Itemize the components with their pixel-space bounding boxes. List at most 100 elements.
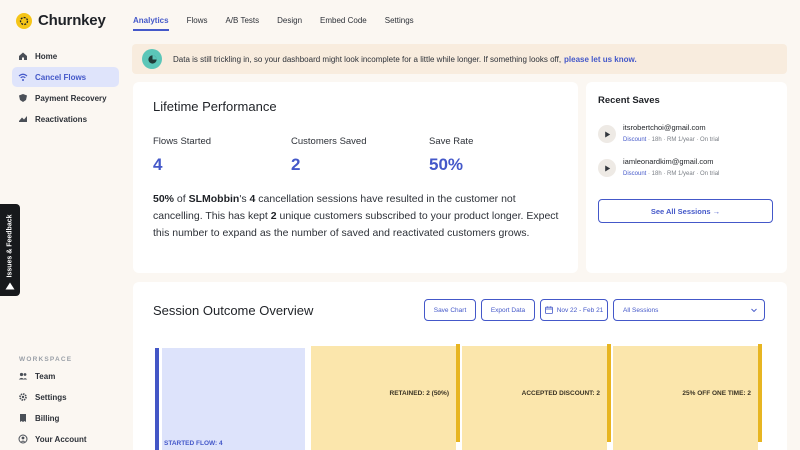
- list-item: iamleonardkim@gmail.com Discount · 18h ·…: [598, 157, 778, 187]
- let-us-know-link[interactable]: please let us know.: [564, 55, 637, 64]
- sidebar-item-label: Reactivations: [35, 114, 88, 124]
- workspace-nav: Team Settings Billing Your Account: [12, 366, 119, 450]
- play-button[interactable]: [598, 125, 616, 143]
- offer-label: 25% OFF ONE TIME: 2: [682, 390, 751, 397]
- retained-label: RETAINED: 2 (50%): [389, 390, 449, 397]
- churnkey-logo-icon: [16, 12, 32, 29]
- team-icon: [18, 371, 28, 381]
- sidebar-item-payment-recovery[interactable]: Payment Recovery: [12, 88, 119, 108]
- session-outcome-overview-card: Session Outcome Overview Save Chart Expo…: [133, 282, 787, 450]
- billing-icon: [18, 413, 28, 423]
- tab-flows[interactable]: Flows: [187, 16, 208, 31]
- calendar-icon: [544, 306, 553, 314]
- sankey-diagram: STARTED FLOW: 4 RETAINED: 2 (50%) ACCEPT…: [153, 344, 765, 450]
- sidebar-item-label: Your Account: [35, 434, 87, 444]
- app-name: Churnkey: [38, 12, 106, 29]
- lifetime-performance-title: Lifetime Performance: [153, 99, 277, 114]
- issues-feedback-tab[interactable]: Issues & Feedback: [0, 204, 20, 296]
- sidebar-item-label: Home: [35, 51, 58, 61]
- sidebar-item-label: Settings: [35, 392, 67, 402]
- see-all-sessions-button[interactable]: See All Sessions →: [598, 199, 773, 223]
- alert-text: Data is still trickling in, so your dash…: [173, 54, 562, 64]
- date-range-picker[interactable]: Nov 22 - Feb 21: [540, 299, 608, 321]
- date-range-label: Nov 22 - Feb 21: [556, 306, 604, 314]
- stat-customers-saved: Customers Saved 2: [291, 136, 367, 175]
- play-icon: [604, 131, 610, 137]
- logo[interactable]: Churnkey: [16, 12, 106, 29]
- home-icon: [18, 51, 28, 61]
- lifetime-performance-card: Lifetime Performance Flows Started 4 Cus…: [133, 82, 578, 273]
- stat-save-rate: Save Rate 50%: [429, 136, 473, 175]
- sidebar-item-label: Billing: [35, 413, 60, 423]
- sidebar-item-label: Team: [35, 371, 56, 381]
- save-email: iamleonardkim@gmail.com: [623, 157, 714, 166]
- tab-embed-code[interactable]: Embed Code: [320, 16, 367, 31]
- stat-value: 2: [291, 155, 301, 174]
- accepted-discount-bar: [607, 344, 611, 442]
- tab-design[interactable]: Design: [277, 16, 302, 31]
- wifi-icon: [18, 72, 28, 82]
- tab-analytics[interactable]: Analytics: [133, 16, 169, 31]
- started-flow-node[interactable]: [162, 348, 305, 450]
- sessions-select[interactable]: All Sessions: [613, 299, 765, 321]
- stat-label: Flows Started: [153, 136, 212, 147]
- sessions-select-value: All Sessions: [623, 306, 659, 314]
- sidebar-item-cancel-flows[interactable]: Cancel Flows: [12, 67, 119, 87]
- sidebar-item-team[interactable]: Team: [12, 366, 119, 386]
- recent-saves-title: Recent Saves: [598, 95, 660, 106]
- stat-flows-started: Flows Started 4: [153, 136, 211, 175]
- stat-value: 50%: [429, 155, 464, 174]
- stat-label: Customers Saved: [291, 136, 367, 147]
- retained-node[interactable]: [311, 346, 456, 450]
- tab-ab-tests[interactable]: A/B Tests: [225, 16, 259, 31]
- lifetime-description: 50% of SLMobbin's 4 cancellation session…: [153, 191, 568, 242]
- sidebar-item-home[interactable]: Home: [12, 46, 119, 66]
- offer-node[interactable]: [613, 346, 758, 450]
- save-meta-text: · 18h · RM 1/year · On trial: [646, 137, 720, 143]
- session-outcome-title: Session Outcome Overview: [153, 303, 314, 318]
- export-data-button[interactable]: Export Data: [481, 299, 535, 321]
- play-icon: [604, 165, 610, 171]
- pie-chart-icon: [142, 49, 162, 69]
- info-alert: Data is still trickling in, so your dash…: [132, 44, 787, 74]
- shield-icon: [18, 93, 28, 103]
- started-flow-label: STARTED FLOW: 4: [164, 440, 223, 447]
- save-meta-text: · 18h · RM 1/year · On trial: [646, 171, 720, 177]
- chart-icon: [18, 114, 28, 124]
- recent-saves-card: Recent Saves itsrobertchoi@gmail.com Dis…: [586, 82, 787, 273]
- sidebar-item-label: Cancel Flows: [35, 72, 87, 82]
- desc-company: SLMobbin: [188, 193, 240, 205]
- sidebar-item-your-account[interactable]: Your Account: [12, 429, 119, 449]
- started-flow-bar: [155, 348, 159, 450]
- stat-value: 4: [153, 155, 163, 174]
- arrow-up-icon: [5, 282, 15, 290]
- offer-bar: [758, 344, 762, 442]
- accepted-discount-label: ACCEPTED DISCOUNT: 2: [521, 390, 600, 397]
- tab-settings[interactable]: Settings: [385, 16, 414, 31]
- chevron-down-icon: [751, 308, 757, 313]
- save-meta: Discount · 18h · RM 1/year · On trial: [623, 137, 719, 143]
- desc-rate: 50%: [153, 193, 175, 205]
- account-icon: [18, 434, 28, 444]
- sidebar-item-label: Payment Recovery: [35, 93, 107, 103]
- save-meta: Discount · 18h · RM 1/year · On trial: [623, 171, 719, 177]
- retained-bar: [456, 344, 460, 442]
- discount-tag: Discount: [623, 171, 647, 177]
- sidebar-item-billing[interactable]: Billing: [12, 408, 119, 428]
- sidebar-item-settings[interactable]: Settings: [12, 387, 119, 407]
- save-email: itsrobertchoi@gmail.com: [623, 123, 706, 132]
- sidebar-item-reactivations[interactable]: Reactivations: [12, 109, 119, 129]
- accepted-discount-node[interactable]: [462, 346, 607, 450]
- discount-tag: Discount: [623, 137, 647, 143]
- desc-text: of: [174, 193, 189, 205]
- workspace-label: WORKSPACE: [19, 356, 73, 363]
- play-button[interactable]: [598, 159, 616, 177]
- feedback-label: Issues & Feedback: [6, 214, 14, 278]
- gear-icon: [18, 392, 28, 402]
- stat-label: Save Rate: [429, 136, 474, 147]
- save-chart-button[interactable]: Save Chart: [424, 299, 476, 321]
- top-tabs: Analytics Flows A/B Tests Design Embed C…: [133, 16, 414, 31]
- main-nav: Home Cancel Flows Payment Recovery React…: [12, 46, 119, 130]
- desc-text: 's: [239, 193, 250, 205]
- list-item: itsrobertchoi@gmail.com Discount · 18h ·…: [598, 123, 778, 153]
